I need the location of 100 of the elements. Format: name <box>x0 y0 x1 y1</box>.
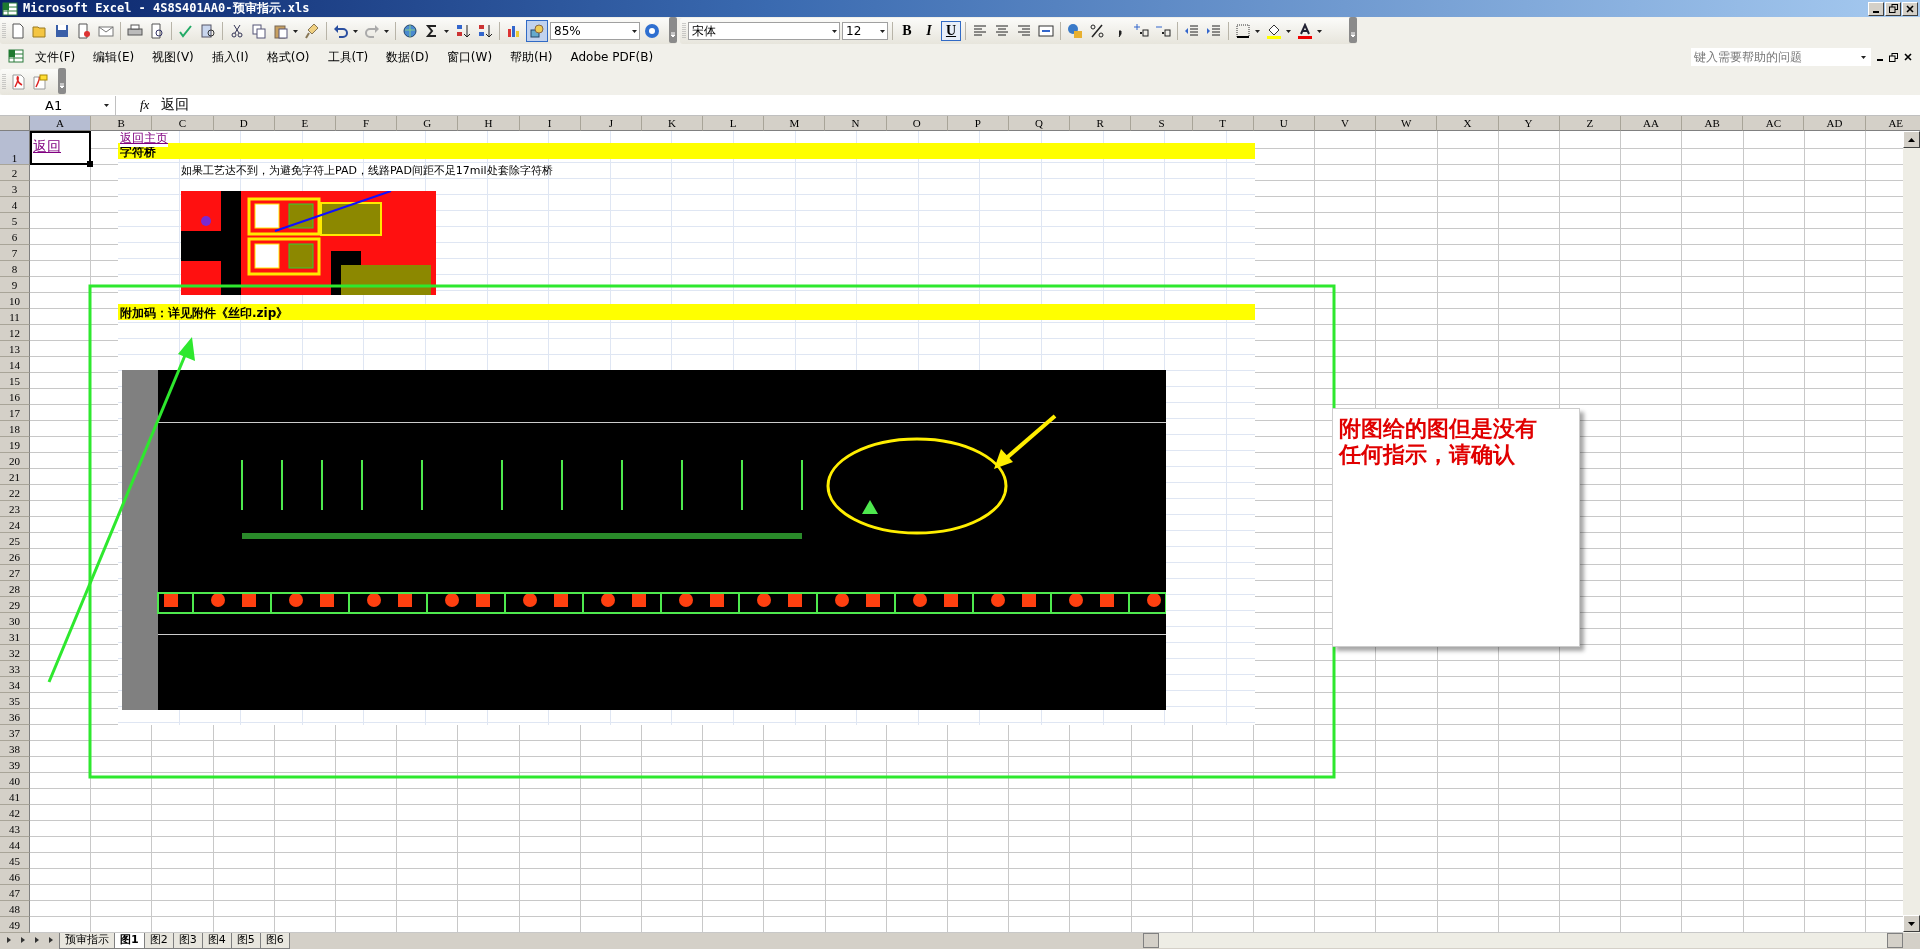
restore-icon[interactable] <box>1889 52 1898 62</box>
row-header[interactable]: 42 <box>0 805 30 821</box>
row-header[interactable]: 21 <box>0 469 30 485</box>
caret-icon[interactable] <box>293 29 298 33</box>
row-header[interactable]: 39 <box>0 757 30 773</box>
new-document-icon[interactable] <box>10 23 26 39</box>
row-header[interactable]: 7 <box>0 245 30 261</box>
globe-link-icon[interactable] <box>402 23 418 39</box>
column-header[interactable]: AC <box>1743 116 1805 131</box>
column-header[interactable]: AA <box>1620 116 1683 131</box>
caret-icon[interactable] <box>1255 29 1260 33</box>
toolbar-options-icon[interactable] <box>58 67 66 94</box>
menu-item[interactable]: 文件(F) <box>26 48 85 66</box>
row-header[interactable]: 28 <box>0 581 30 597</box>
close-button[interactable] <box>1902 1 1918 16</box>
caret-icon[interactable] <box>1286 29 1291 33</box>
row-header[interactable]: 19 <box>0 437 30 453</box>
increase-decimal-icon[interactable] <box>1133 23 1149 39</box>
horizontal-scrollbar[interactable] <box>1143 933 1903 948</box>
sort-descending-icon[interactable] <box>477 23 493 39</box>
fill-handle[interactable] <box>87 161 93 167</box>
row-header[interactable]: 25 <box>0 533 30 549</box>
row-header[interactable]: 1 <box>0 131 30 165</box>
spelling-icon[interactable] <box>178 23 194 39</box>
email-icon[interactable] <box>98 23 114 39</box>
row-header[interactable]: 27 <box>0 565 30 581</box>
row-header[interactable]: 33 <box>0 661 30 677</box>
decrease-indent-icon[interactable] <box>1184 23 1200 39</box>
sheet-tab[interactable]: 图3 <box>172 933 203 949</box>
vertical-scrollbar[interactable] <box>1903 131 1920 933</box>
print-preview-icon[interactable] <box>149 23 165 39</box>
help-search-field[interactable]: 键入需要帮助的问题 <box>1691 48 1871 66</box>
row-header[interactable]: 30 <box>0 613 30 629</box>
row-header[interactable]: 45 <box>0 853 30 869</box>
row-header[interactable]: 6 <box>0 229 30 245</box>
menu-item[interactable]: Adobe PDF(B) <box>561 50 663 64</box>
help-icon[interactable] <box>644 23 660 39</box>
close-icon[interactable] <box>1904 53 1912 61</box>
row-header[interactable]: 47 <box>0 885 30 901</box>
column-header[interactable]: U <box>1253 116 1315 131</box>
caret-icon[interactable] <box>880 29 885 33</box>
column-header[interactable]: Y <box>1498 116 1560 131</box>
caret-icon[interactable] <box>353 29 358 33</box>
row-header[interactable]: 20 <box>0 453 30 469</box>
menu-item[interactable]: 工具(T) <box>318 48 378 66</box>
row-header[interactable]: 36 <box>0 709 30 725</box>
font-color-icon[interactable] <box>1297 23 1313 39</box>
pdf-comment-icon[interactable] <box>32 74 48 90</box>
menu-item[interactable]: 格式(O) <box>257 48 319 66</box>
column-header[interactable]: V <box>1314 116 1377 131</box>
align-left-icon[interactable] <box>972 23 988 39</box>
sheet-tab[interactable]: 图1 <box>114 933 145 949</box>
hyperlink[interactable]: 返回主页 <box>120 131 168 147</box>
undo-icon[interactable] <box>333 23 349 39</box>
formula-field[interactable]: 返回 <box>161 96 190 114</box>
caret-icon[interactable] <box>1861 55 1866 59</box>
increase-indent-icon[interactable] <box>1206 23 1222 39</box>
row-header[interactable]: 43 <box>0 821 30 837</box>
row-header[interactable]: 24 <box>0 517 30 533</box>
row-header[interactable]: 40 <box>0 773 30 789</box>
zoom-dropdown[interactable]: 85% <box>550 22 640 40</box>
row-header[interactable]: 15 <box>0 373 30 389</box>
row-header[interactable]: 3 <box>0 181 30 197</box>
restore-button[interactable] <box>1885 1 1901 16</box>
menu-item[interactable]: 帮助(H) <box>501 48 562 66</box>
sheet-tab[interactable]: 图6 <box>259 933 290 949</box>
row-header[interactable]: 31 <box>0 629 30 645</box>
spreadsheet-icon[interactable] <box>8 47 24 64</box>
row-header[interactable]: 14 <box>0 357 30 373</box>
save-icon[interactable] <box>54 23 70 39</box>
row-header[interactable]: 46 <box>0 869 30 885</box>
caret-icon[interactable] <box>832 29 837 33</box>
row-header[interactable]: 41 <box>0 789 30 805</box>
font-dropdown[interactable]: 宋体 <box>688 22 840 40</box>
caret-icon[interactable] <box>632 29 637 33</box>
row-header[interactable]: 37 <box>0 725 30 741</box>
row-header[interactable]: 49 <box>0 917 30 933</box>
currency-icon[interactable] <box>1067 23 1083 39</box>
row-header[interactable]: 18 <box>0 421 30 437</box>
toolbar-options-icon[interactable] <box>1349 16 1357 43</box>
row-header[interactable]: 8 <box>0 261 30 277</box>
row-header[interactable]: 34 <box>0 677 30 693</box>
row-header[interactable]: 44 <box>0 837 30 853</box>
print-icon[interactable] <box>127 23 143 39</box>
toolbar-handle-icon[interactable] <box>682 21 686 41</box>
paste-icon[interactable] <box>273 23 289 39</box>
row-header[interactable]: 9 <box>0 277 30 293</box>
minimize-button[interactable] <box>1868 1 1884 16</box>
copy-icon[interactable] <box>251 23 267 39</box>
decrease-decimal-icon[interactable] <box>1155 23 1171 39</box>
row-header[interactable]: 10 <box>0 293 30 309</box>
row-header[interactable]: 48 <box>0 901 30 917</box>
caret-icon[interactable] <box>384 29 389 33</box>
bold-button[interactable]: B <box>897 21 917 41</box>
cut-icon[interactable] <box>229 23 245 39</box>
document-lock-icon[interactable] <box>76 23 92 39</box>
menu-item[interactable]: 窗口(W) <box>437 48 502 66</box>
selected-cell[interactable] <box>30 131 92 165</box>
column-header[interactable]: AB <box>1682 116 1744 131</box>
sheet-tab[interactable]: 图4 <box>201 933 232 949</box>
